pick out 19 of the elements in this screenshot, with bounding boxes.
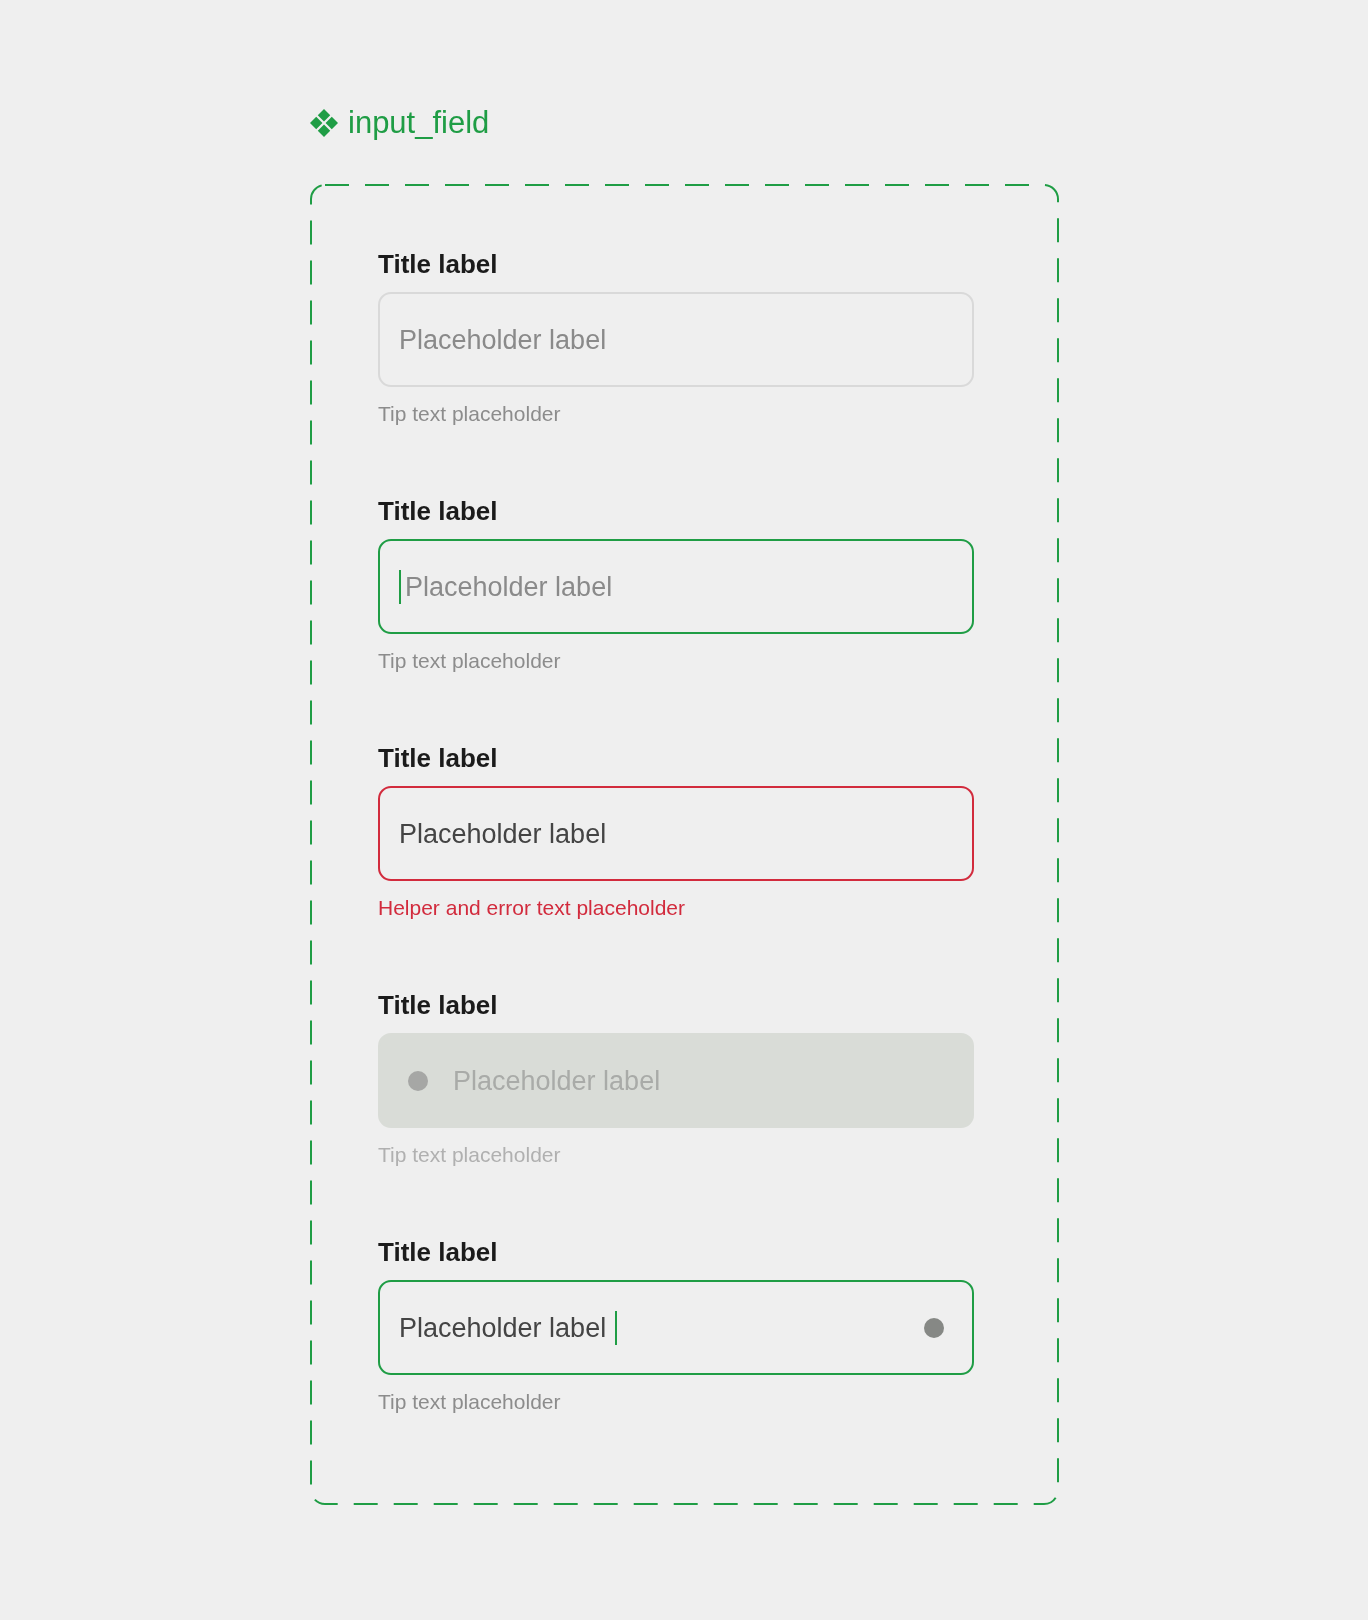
field-label: Title label (378, 1236, 498, 1268)
field-label: Title label (378, 495, 498, 527)
dot-icon[interactable] (924, 1317, 944, 1338)
field-label: Title label (378, 742, 498, 774)
field-label: Title label (378, 248, 498, 280)
diamonds-icon (310, 109, 338, 137)
input-field[interactable]: Placeholder label (378, 1280, 974, 1375)
helper-text: Tip text placeholder (378, 1389, 561, 1415)
helper-text: Tip text placeholder (378, 1142, 561, 1168)
input-field[interactable]: Placeholder label (378, 786, 974, 881)
field-label: Title label (378, 989, 498, 1021)
helper-text: Tip text placeholder (378, 401, 561, 427)
component-title: input_field (348, 105, 490, 141)
input-field[interactable]: Placeholder label (378, 539, 974, 634)
text-cursor-icon (615, 1310, 618, 1345)
error-text: Helper and error text placeholder (378, 895, 685, 921)
input-field[interactable]: Placeholder label (378, 292, 974, 387)
text-cursor-icon (399, 569, 401, 604)
helper-text: Tip text placeholder (378, 648, 561, 674)
